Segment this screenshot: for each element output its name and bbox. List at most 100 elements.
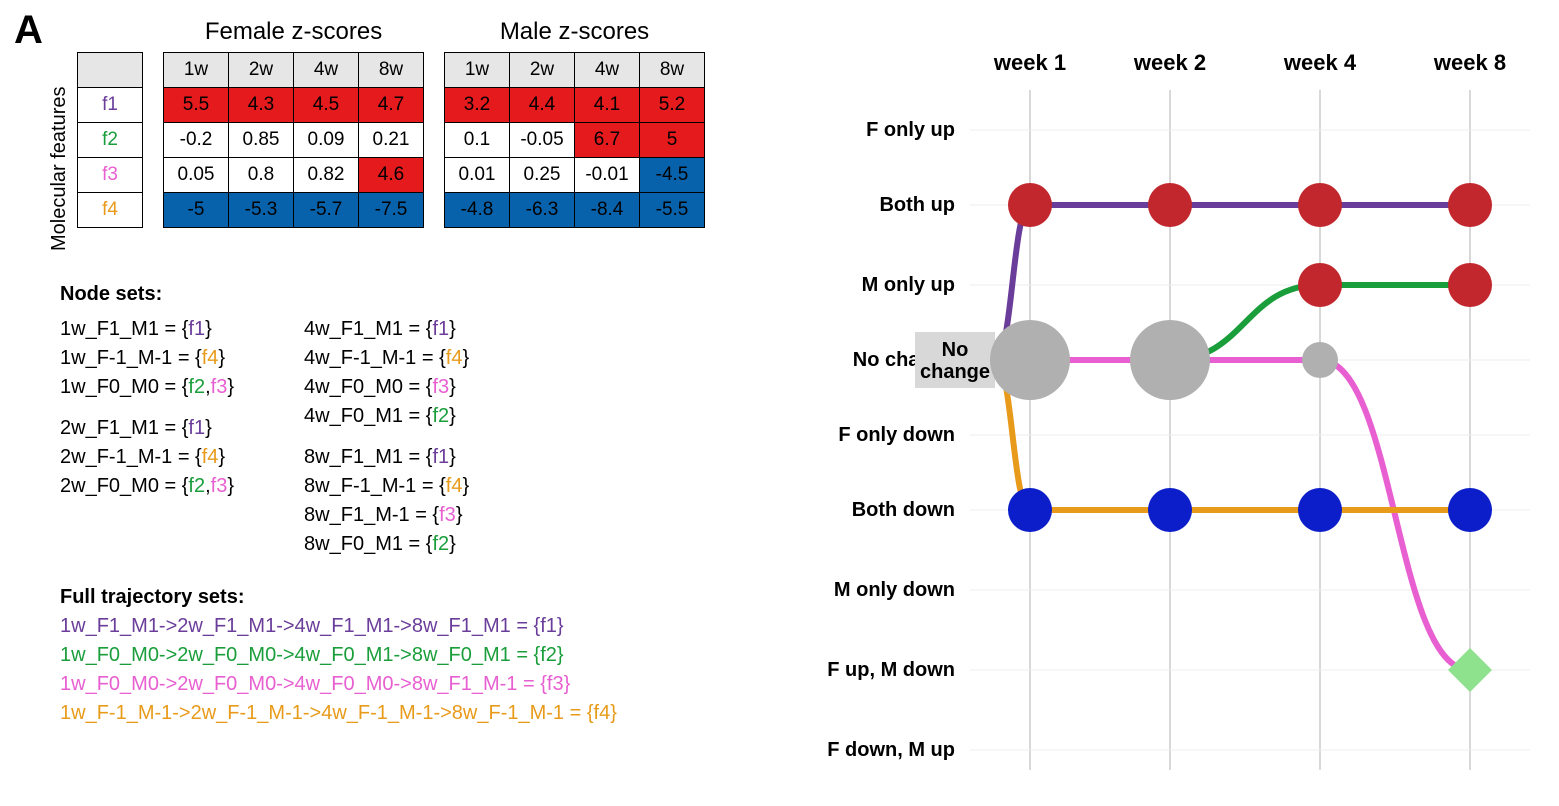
blank-header (78, 53, 143, 88)
node-set-line: 8w_F1_M-1 = {f3} (304, 501, 469, 530)
zscore-cell: -7.5 (359, 193, 424, 228)
trajectory-line: 1w_F0_M0->2w_F0_M0->4w_F0_M1->8w_F0_M1 =… (60, 641, 780, 670)
node-sets-title: Node sets: (60, 283, 162, 305)
zscore-cell: -6.3 (510, 193, 575, 228)
chart-node (1302, 342, 1338, 378)
node-set-line: 1w_F-1_M-1 = {f4} (60, 344, 234, 373)
col-header: 2w (510, 53, 575, 88)
trajectory-path-f3 (995, 360, 1470, 670)
male-title: Male z-scores (500, 18, 649, 48)
node-set-line: 8w_F1_M1 = {f1} (304, 443, 469, 472)
feature-column: f1 f2 f3 f4 (77, 18, 143, 228)
x-axis-label: week 4 (1283, 50, 1357, 75)
full-traj-lines: 1w_F1_M1->2w_F1_M1->4w_F1_M1->8w_F1_M1 =… (60, 612, 780, 728)
feature-ref: f4 (446, 347, 463, 369)
zscore-cell: 4.1 (575, 88, 640, 123)
feature-f2: f2 (78, 123, 143, 158)
zscore-cell: -0.05 (510, 123, 575, 158)
y-axis-label: F only down (838, 424, 955, 446)
node-set-line: 2w_F1_M1 = {f1} (60, 414, 234, 443)
zscore-cell: -5.3 (229, 193, 294, 228)
y-axis-label: M only up (862, 274, 955, 296)
zscore-cell: -5.7 (294, 193, 359, 228)
x-axis-label: week 1 (993, 50, 1066, 75)
chart-node (1448, 183, 1492, 227)
feature-ref: f2 (432, 533, 449, 555)
feature-ref: f1 (188, 417, 205, 439)
chart-node (1298, 263, 1342, 307)
zscore-cell: -4.8 (445, 193, 510, 228)
zscore-cell: 4.7 (359, 88, 424, 123)
node-set-line: 2w_F0_M0 = {f2,f3} (60, 472, 234, 501)
col-header: 8w (359, 53, 424, 88)
chart-node (1448, 648, 1492, 692)
chart-node (1298, 488, 1342, 532)
zscore-cell: -5.5 (640, 193, 705, 228)
panel-label: A (14, 8, 43, 53)
node-set-line: 2w_F-1_M-1 = {f4} (60, 443, 234, 472)
zscore-cell: 0.25 (510, 158, 575, 193)
female-table: 1w2w4w8w5.54.34.54.7-0.20.850.090.210.05… (163, 52, 424, 228)
trajectory-line: 1w_F-1_M-1->2w_F-1_M-1->4w_F-1_M-1->8w_F… (60, 699, 780, 728)
zscore-cell: 6.7 (575, 123, 640, 158)
zscore-cell: 5.5 (164, 88, 229, 123)
zscore-cell: 0.1 (445, 123, 510, 158)
zscore-cell: 0.05 (164, 158, 229, 193)
zscore-cell: -0.01 (575, 158, 640, 193)
x-axis-label: week 2 (1133, 50, 1206, 75)
male-table-block: Male z-scores 1w2w4w8w3.24.44.15.20.1-0.… (444, 18, 705, 228)
col-header: 1w (445, 53, 510, 88)
feature-ref: f1 (188, 318, 205, 340)
zscore-cell: -0.2 (164, 123, 229, 158)
node-set-line: 4w_F0_M0 = {f3} (304, 373, 469, 402)
zscore-cell: 5 (640, 123, 705, 158)
x-axis-label: week 8 (1433, 50, 1506, 75)
zscore-cell: 4.4 (510, 88, 575, 123)
trajectory-chart: week 1week 2week 4week 8F only upBoth up… (800, 30, 1540, 790)
zscore-cell: 5.2 (640, 88, 705, 123)
trajectory-line: 1w_F0_M0->2w_F0_M0->4w_F0_M0->8w_F1_M-1 … (60, 670, 780, 699)
zscore-cell: -4.5 (640, 158, 705, 193)
zscore-cell: 3.2 (445, 88, 510, 123)
node-set-line: 8w_F0_M1 = {f2} (304, 530, 469, 559)
node-set-line: 4w_F1_M1 = {f1} (304, 315, 469, 344)
zscore-cell: 0.21 (359, 123, 424, 158)
zscore-cell: 4.6 (359, 158, 424, 193)
full-traj-title: Full trajectory sets: (60, 586, 245, 608)
node-sets-left: 1w_F1_M1 = {f1}1w_F-1_M-1 = {f4}1w_F0_M0… (60, 315, 234, 559)
col-header: 4w (575, 53, 640, 88)
node-set-line: 1w_F1_M1 = {f1} (60, 315, 234, 344)
zscore-cell: -8.4 (575, 193, 640, 228)
feature-ref: f2 (188, 376, 205, 398)
col-header: 4w (294, 53, 359, 88)
start-label: No (942, 339, 969, 361)
female-title: Female z-scores (205, 18, 382, 48)
feature-ref: f3 (211, 376, 228, 398)
y-axis-label: Both down (852, 499, 955, 521)
chart-node (1008, 488, 1052, 532)
trajectory-line: 1w_F1_M1->2w_F1_M1->4w_F1_M1->8w_F1_M1 =… (60, 612, 780, 641)
node-set-line: 1w_F0_M0 = {f2,f3} (60, 373, 234, 402)
start-label: change (920, 361, 990, 383)
y-axis-label: Both up (879, 194, 955, 216)
y-axis-label: F down, M up (827, 739, 955, 761)
spacer (107, 18, 114, 48)
feature-ref: f3 (432, 376, 449, 398)
chart-node (1448, 488, 1492, 532)
feature-ref: f4 (446, 475, 463, 497)
col-header: 1w (164, 53, 229, 88)
y-axis-label: F up, M down (827, 659, 955, 681)
col-header: 2w (229, 53, 294, 88)
feature-ref: f3 (439, 504, 456, 526)
chart-node (1148, 183, 1192, 227)
zscore-cell: 0.8 (229, 158, 294, 193)
feature-f3: f3 (78, 158, 143, 193)
zscore-cell: 4.5 (294, 88, 359, 123)
chart-node (1130, 320, 1210, 400)
chart-node (1448, 263, 1492, 307)
feature-table: f1 f2 f3 f4 (77, 52, 143, 228)
feature-ref: f1 (432, 446, 449, 468)
row-axis-label: Molecular features (48, 84, 71, 254)
male-table: 1w2w4w8w3.24.44.15.20.1-0.056.750.010.25… (444, 52, 705, 228)
col-header: 8w (640, 53, 705, 88)
